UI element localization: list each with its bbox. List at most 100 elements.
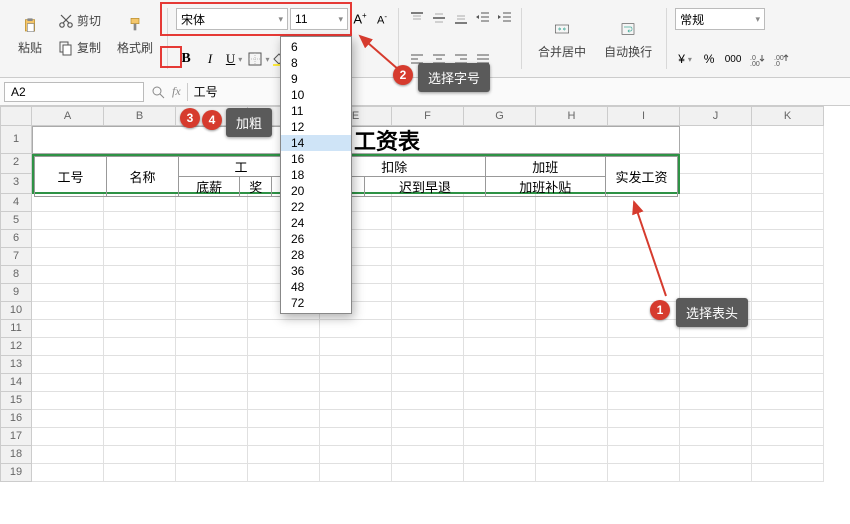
cell[interactable]	[32, 248, 104, 266]
cell[interactable]	[464, 428, 536, 446]
cell[interactable]	[392, 320, 464, 338]
cell[interactable]	[320, 356, 392, 374]
format-painter-button[interactable]: 格式刷	[109, 11, 161, 58]
cell[interactable]	[752, 230, 824, 248]
header-cell[interactable]: 名称	[107, 157, 179, 197]
cell[interactable]	[680, 428, 752, 446]
cell[interactable]	[104, 284, 176, 302]
cell[interactable]	[536, 410, 608, 428]
cell[interactable]	[32, 266, 104, 284]
cell[interactable]	[248, 392, 320, 410]
decrease-indent-button[interactable]	[473, 8, 493, 28]
cell[interactable]	[176, 338, 248, 356]
cell[interactable]	[320, 464, 392, 482]
cell[interactable]	[320, 392, 392, 410]
font-size-option[interactable]: 22	[281, 199, 351, 215]
cell[interactable]	[536, 266, 608, 284]
cell[interactable]	[104, 266, 176, 284]
col-header[interactable]: G	[464, 106, 536, 126]
cell[interactable]	[104, 464, 176, 482]
cell[interactable]	[392, 284, 464, 302]
cell[interactable]	[680, 338, 752, 356]
cell[interactable]	[104, 446, 176, 464]
cell[interactable]	[392, 356, 464, 374]
header-cell[interactable]: 加班补贴	[485, 177, 605, 197]
cell[interactable]	[752, 302, 824, 320]
font-size-option[interactable]: 28	[281, 247, 351, 263]
cell[interactable]	[248, 356, 320, 374]
cell[interactable]	[176, 302, 248, 320]
cell[interactable]	[752, 126, 824, 154]
decrease-font-button[interactable]: A-	[372, 9, 392, 29]
font-name-combo[interactable]: 宋体 ▾	[176, 8, 288, 30]
cell[interactable]	[752, 410, 824, 428]
cut-button[interactable]: 剪切	[52, 8, 107, 33]
header-cell[interactable]: 实发工资	[606, 157, 678, 197]
align-middle-button[interactable]	[429, 8, 449, 28]
cell[interactable]	[464, 212, 536, 230]
cell[interactable]	[32, 320, 104, 338]
font-size-option[interactable]: 6	[281, 39, 351, 55]
cell[interactable]	[392, 248, 464, 266]
font-size-option[interactable]: 8	[281, 55, 351, 71]
cell[interactable]	[464, 302, 536, 320]
cell[interactable]	[248, 410, 320, 428]
cell[interactable]	[464, 338, 536, 356]
cell[interactable]	[464, 230, 536, 248]
name-box[interactable]: A2	[4, 82, 144, 102]
cell[interactable]	[320, 428, 392, 446]
cell[interactable]	[248, 446, 320, 464]
cell[interactable]	[320, 410, 392, 428]
cell[interactable]	[752, 266, 824, 284]
cell[interactable]	[680, 464, 752, 482]
cell[interactable]	[104, 320, 176, 338]
cell[interactable]	[608, 320, 680, 338]
row-header[interactable]: 18	[0, 446, 32, 464]
cell[interactable]	[608, 410, 680, 428]
font-size-option[interactable]: 26	[281, 231, 351, 247]
italic-button[interactable]: I	[200, 49, 220, 69]
font-size-option[interactable]: 24	[281, 215, 351, 231]
cell[interactable]	[680, 392, 752, 410]
row-header[interactable]: 14	[0, 374, 32, 392]
cell[interactable]	[392, 374, 464, 392]
font-size-option[interactable]: 16	[281, 151, 351, 167]
select-all-corner[interactable]	[0, 106, 32, 126]
cell[interactable]	[464, 266, 536, 284]
cell[interactable]	[176, 230, 248, 248]
cell[interactable]	[392, 338, 464, 356]
cell[interactable]	[536, 284, 608, 302]
cell[interactable]	[536, 428, 608, 446]
cell[interactable]	[464, 410, 536, 428]
increase-indent-button[interactable]	[495, 8, 515, 28]
cell[interactable]	[104, 428, 176, 446]
increase-decimal-button[interactable]: .0.00	[747, 49, 767, 69]
cell[interactable]	[752, 248, 824, 266]
cell[interactable]	[32, 356, 104, 374]
cell[interactable]	[104, 356, 176, 374]
cell[interactable]	[536, 230, 608, 248]
cell[interactable]	[680, 446, 752, 464]
cell[interactable]	[680, 126, 752, 154]
cell[interactable]	[608, 392, 680, 410]
font-size-option[interactable]: 14	[281, 135, 351, 151]
cell[interactable]	[176, 464, 248, 482]
cell[interactable]	[32, 446, 104, 464]
cell[interactable]	[176, 212, 248, 230]
cell[interactable]	[752, 194, 824, 212]
cell[interactable]	[752, 338, 824, 356]
row-header[interactable]: 11	[0, 320, 32, 338]
cell[interactable]	[176, 428, 248, 446]
cell[interactable]	[752, 320, 824, 338]
cell[interactable]	[392, 410, 464, 428]
cell[interactable]	[32, 338, 104, 356]
header-cell[interactable]: 迟到早退	[365, 177, 485, 197]
cell[interactable]	[536, 320, 608, 338]
decrease-decimal-button[interactable]: .00.0	[771, 49, 791, 69]
cell[interactable]	[464, 356, 536, 374]
cell[interactable]	[392, 428, 464, 446]
cell[interactable]	[752, 446, 824, 464]
align-bottom-button[interactable]	[451, 8, 471, 28]
cell[interactable]	[104, 302, 176, 320]
wrap-text-button[interactable]: 自动换行	[596, 15, 660, 62]
